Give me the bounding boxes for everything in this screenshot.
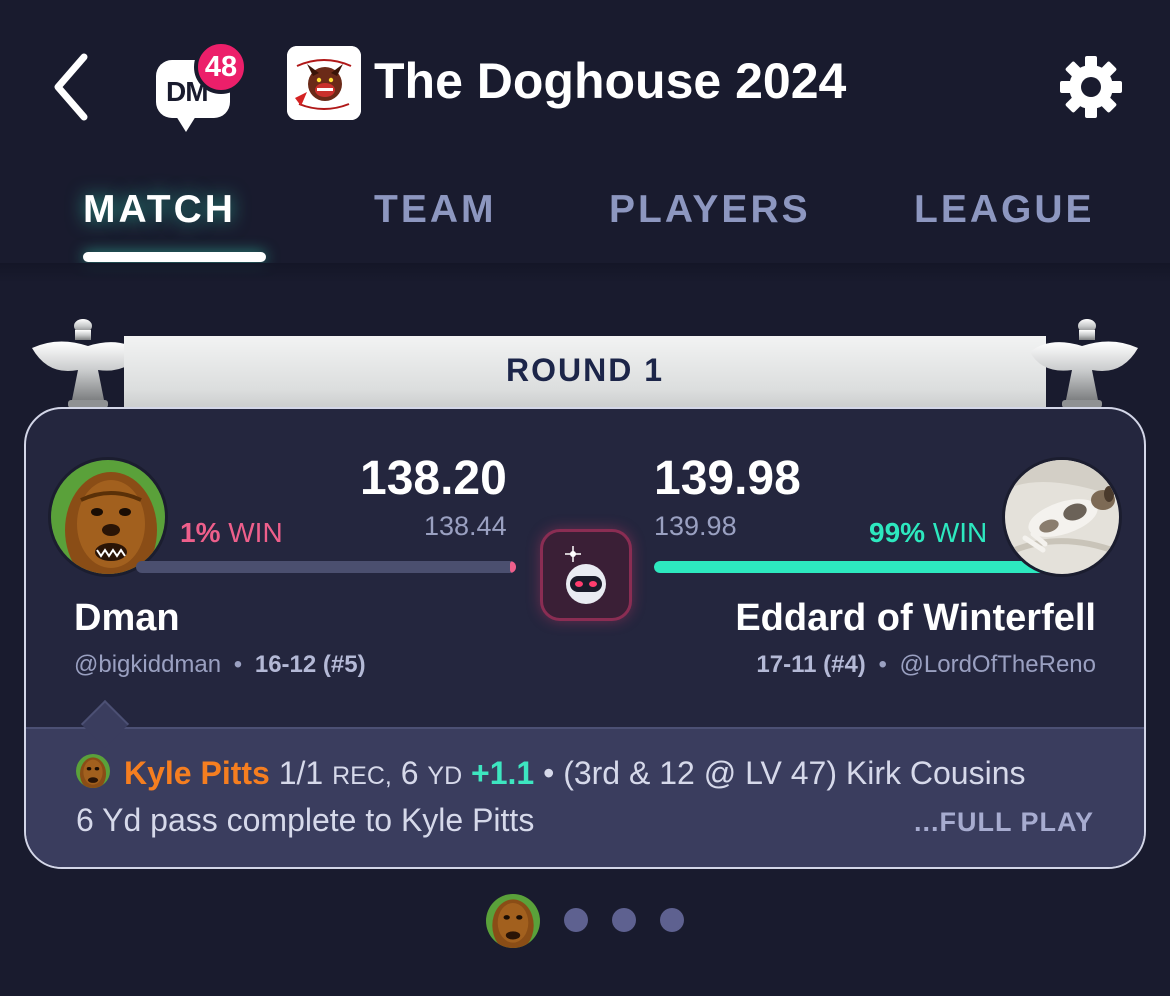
league-logo[interactable]: [287, 46, 361, 120]
latest-play-text: Kyle Pitts 1/1 REC, 6 YD +1.1 • (3rd & 1…: [76, 751, 1036, 842]
matchup-vs-button[interactable]: [540, 529, 632, 621]
player-name[interactable]: Kyle Pitts: [124, 755, 270, 791]
settings-button[interactable]: [1056, 52, 1126, 122]
tab-team[interactable]: TEAM: [374, 188, 497, 232]
stat-count: 1/1: [278, 755, 324, 791]
left-win-pct: 1%: [180, 517, 221, 548]
robot-mascot-icon: [565, 546, 606, 604]
tab-players[interactable]: PLAYERS: [609, 188, 811, 232]
stat-rec: REC,: [332, 762, 392, 790]
gear-icon: [1060, 56, 1122, 118]
chewbacca-avatar: [76, 754, 110, 788]
main-tabs: MATCH TEAM PLAYERS LEAGUE: [0, 170, 1170, 265]
chevron-left-icon: [54, 53, 88, 121]
left-team-win-probability: 1% WIN: [180, 517, 283, 549]
unread-count-badge: 48: [194, 40, 248, 94]
left-team-score: 138.20: [360, 452, 507, 505]
pager-current-matchup[interactable]: [486, 894, 540, 948]
left-team-avatar[interactable]: [48, 457, 168, 577]
banner-scroll-right-icon: [1030, 319, 1138, 408]
right-team-meta: 17-11 (#4) • @LordOfTheReno: [756, 651, 1096, 679]
left-team-record: 16-12 (#5): [254, 651, 366, 678]
right-team-avatar[interactable]: [1002, 457, 1122, 577]
back-button[interactable]: [40, 45, 110, 125]
dog-photo-avatar: [1005, 460, 1119, 574]
tab-league[interactable]: LEAGUE: [914, 188, 1095, 232]
pager-dot[interactable]: [564, 908, 588, 932]
direct-messages-button[interactable]: DM 48: [150, 40, 250, 132]
pager-dot[interactable]: [612, 908, 636, 932]
round-label: ROUND 1: [505, 352, 664, 388]
right-team-record: 17-11 (#4): [756, 651, 866, 678]
doghouse-logo-icon: [287, 46, 361, 120]
full-play-link[interactable]: ...FULL PLAY: [914, 807, 1094, 838]
fantasy-points-delta: +1.1: [471, 755, 535, 791]
left-win-label: WIN: [228, 517, 283, 548]
right-team-score: 139.98: [654, 452, 801, 505]
separator-dot: •: [878, 651, 887, 678]
tab-match[interactable]: MATCH: [83, 188, 236, 232]
stat-yds-unit: YD: [427, 762, 463, 790]
tabs-divider: [0, 263, 1170, 283]
left-team-meta: @bigkiddman • 16-12 (#5): [74, 651, 366, 679]
left-team-handle[interactable]: @bigkiddman: [74, 651, 221, 678]
right-win-pct: 99%: [869, 517, 926, 548]
round-banner: ROUND 1: [28, 318, 1142, 418]
left-win-bar-fill: [510, 561, 516, 573]
active-tab-indicator: [83, 252, 266, 262]
left-team-name[interactable]: Dman: [74, 597, 180, 640]
right-team-name[interactable]: Eddard of Winterfell: [735, 597, 1096, 640]
league-title: The Doghouse 2024: [374, 53, 847, 109]
right-team-projected: 139.98: [654, 511, 737, 541]
pager-dot[interactable]: [660, 908, 684, 932]
matchup-card[interactable]: 138.20 138.44 1% WIN Dman @bigkiddman • …: [24, 407, 1146, 869]
left-team-projected: 138.44: [424, 511, 507, 541]
top-bar: DM 48 The Doghouse 2024: [0, 0, 1170, 170]
separator-dot: •: [233, 651, 243, 678]
stat-yds-num: 6: [400, 755, 419, 791]
player-avatar: [76, 754, 110, 788]
right-win-label: WIN: [932, 517, 988, 548]
right-team-handle[interactable]: @LordOfTheReno: [900, 651, 1096, 678]
right-team-win-probability: 99% WIN: [869, 517, 987, 549]
right-win-bar-fill: [654, 561, 1050, 573]
right-win-bar: [654, 561, 1054, 573]
chewbacca-avatar: [51, 460, 165, 574]
chewbacca-avatar: [486, 894, 540, 948]
left-win-bar: [136, 561, 516, 573]
